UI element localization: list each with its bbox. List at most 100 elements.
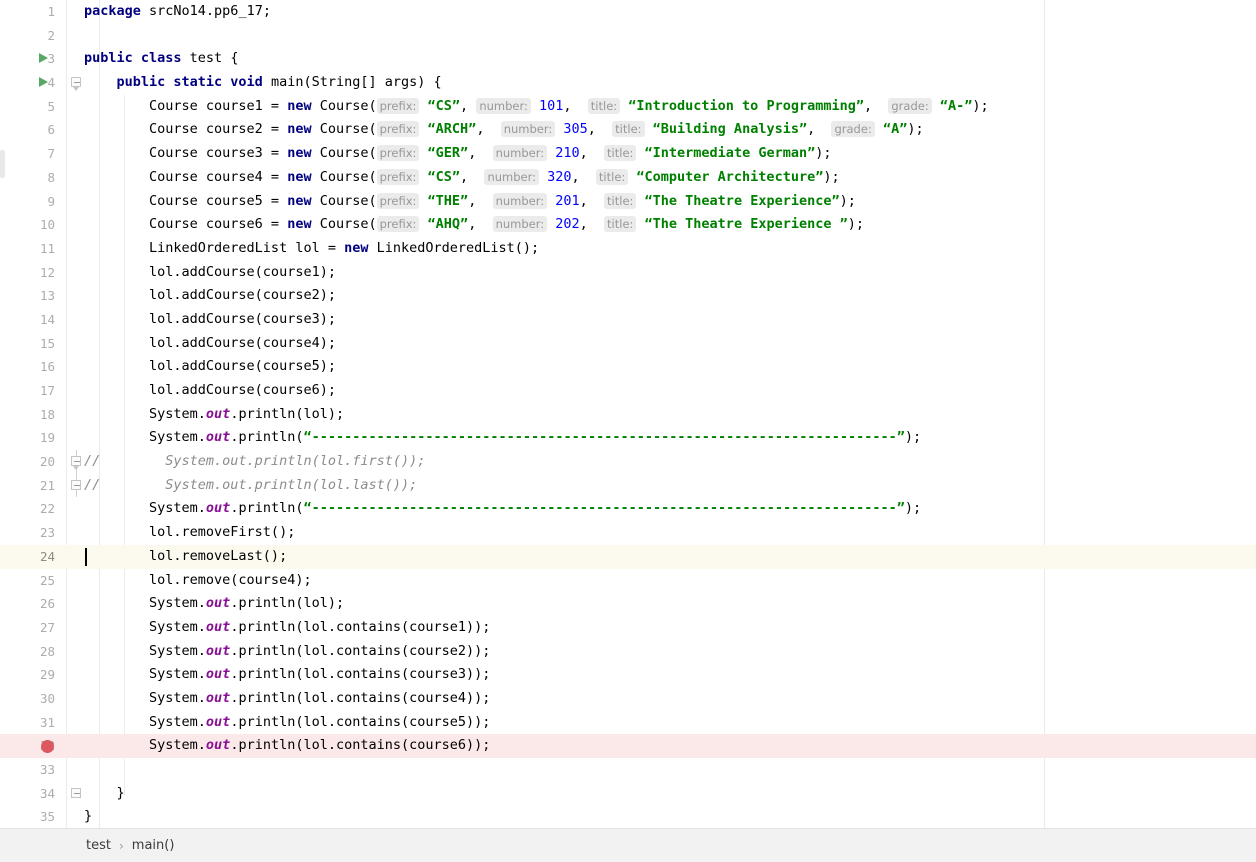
code-text[interactable]: lol.addCourse(course5); xyxy=(84,355,336,379)
code-text[interactable]: public class test { xyxy=(84,47,238,71)
line-number[interactable]: 9 xyxy=(0,190,67,214)
code-text[interactable]: lol.addCourse(course6); xyxy=(84,379,336,403)
code-line[interactable]: 30 System.out.println(lol.contains(cours… xyxy=(0,687,1256,711)
code-line[interactable]: 35} xyxy=(0,805,1256,828)
line-number[interactable]: 32 xyxy=(0,734,67,758)
code-line[interactable]: 4 public static void main(String[] args)… xyxy=(0,71,1256,95)
code-line[interactable]: 11 LinkedOrderedList lol = new LinkedOrd… xyxy=(0,237,1256,261)
code-text[interactable]: System.out.println(“--------------------… xyxy=(84,426,921,450)
code-text[interactable]: System.out.println(lol.contains(course6)… xyxy=(84,734,490,758)
code-line[interactable]: 1 package srcNo14.pp6_17; xyxy=(0,0,1256,24)
run-gutter-icon[interactable] xyxy=(39,77,48,88)
line-number[interactable]: 11 xyxy=(0,237,67,261)
code-text[interactable]: System.out.println(lol.contains(course4)… xyxy=(84,687,490,711)
code-line[interactable]: 34 } xyxy=(0,782,1256,806)
code-text[interactable]: Course course1 = new Course(prefix: “CS”… xyxy=(84,95,989,119)
line-number[interactable]: 15 xyxy=(0,332,67,356)
code-line[interactable]: 13 lol.addCourse(course2); xyxy=(0,284,1256,308)
code-text[interactable]: lol.remove(course4); xyxy=(84,569,312,593)
code-line[interactable]: 24 lol.removeLast(); xyxy=(0,544,1256,569)
line-number[interactable]: 24 xyxy=(0,545,67,569)
code-text[interactable]: lol.removeFirst(); xyxy=(84,521,295,545)
line-number[interactable]: 5 xyxy=(0,95,67,119)
breadcrumb[interactable]: test › main() xyxy=(0,828,1256,862)
code-line[interactable]: 10 Course course6 = new Course(prefix: “… xyxy=(0,213,1256,237)
line-number[interactable]: 21 xyxy=(0,474,67,498)
code-line[interactable]: 5 Course course1 = new Course(prefix: “C… xyxy=(0,95,1256,119)
line-number[interactable]: 18 xyxy=(0,403,67,427)
code-text[interactable]: System.out.println(“--------------------… xyxy=(84,497,921,521)
line-number[interactable]: 25 xyxy=(0,569,67,593)
line-number[interactable]: 7 xyxy=(0,142,67,166)
code-text[interactable]: System.out.println(lol); xyxy=(84,403,344,427)
line-number[interactable]: 33 xyxy=(0,758,67,782)
code-line[interactable]: 9 Course course5 = new Course(prefix: “T… xyxy=(0,190,1256,214)
line-number[interactable]: 30 xyxy=(0,687,67,711)
code-line[interactable]: 27 System.out.println(lol.contains(cours… xyxy=(0,616,1256,640)
code-line[interactable]: 6 Course course2 = new Course(prefix: “A… xyxy=(0,118,1256,142)
line-number[interactable]: 20 xyxy=(0,450,67,474)
code-line[interactable]: 14 lol.addCourse(course3); xyxy=(0,308,1256,332)
line-number[interactable]: 31 xyxy=(0,711,67,735)
code-line[interactable]: 29 System.out.println(lol.contains(cours… xyxy=(0,663,1256,687)
fold-region-end-icon[interactable] xyxy=(71,787,82,799)
line-number[interactable]: 16 xyxy=(0,355,67,379)
breakpoint-icon[interactable] xyxy=(41,739,54,753)
breadcrumb-item-class[interactable]: test xyxy=(86,838,111,853)
code-text[interactable]: // System.out.println(lol.last()); xyxy=(84,474,417,498)
code-text[interactable]: lol.addCourse(course1); xyxy=(84,261,336,285)
code-line[interactable]: 19 System.out.println(“-----------------… xyxy=(0,426,1256,450)
code-text[interactable]: System.out.println(lol.contains(course5)… xyxy=(84,711,490,735)
fold-region-end-icon[interactable] xyxy=(71,479,82,491)
code-text[interactable]: } xyxy=(84,782,125,806)
code-line[interactable]: 21 // System.out.println(lol.last()); xyxy=(0,473,1256,498)
fold-collapse-icon[interactable] xyxy=(71,456,82,470)
line-number[interactable]: 26 xyxy=(0,592,67,616)
code-line[interactable]: 23 lol.removeFirst(); xyxy=(0,521,1256,545)
line-number[interactable]: 29 xyxy=(0,663,67,687)
code-text[interactable]: System.out.println(lol); xyxy=(84,592,344,616)
code-text[interactable]: lol.addCourse(course4); xyxy=(84,332,336,356)
line-number[interactable]: 17 xyxy=(0,379,67,403)
line-number[interactable]: 13 xyxy=(0,284,67,308)
code-line[interactable]: 7 Course course3 = new Course(prefix: “G… xyxy=(0,142,1256,166)
line-number[interactable]: 28 xyxy=(0,640,67,664)
code-line[interactable]: 8 Course course4 = new Course(prefix: “C… xyxy=(0,166,1256,190)
line-number[interactable]: 8 xyxy=(0,166,67,190)
code-line[interactable]: 12 lol.addCourse(course1); xyxy=(0,261,1256,285)
code-line[interactable]: 26 System.out.println(lol); xyxy=(0,592,1256,616)
code-text[interactable]: lol.addCourse(course2); xyxy=(84,284,336,308)
code-text[interactable]: lol.removeLast(); xyxy=(84,545,287,569)
line-number[interactable]: 22 xyxy=(0,497,67,521)
code-line[interactable]: 18 System.out.println(lol); xyxy=(0,403,1256,427)
line-number[interactable]: 35 xyxy=(0,805,67,828)
line-number[interactable]: 14 xyxy=(0,308,67,332)
line-number[interactable]: 34 xyxy=(0,782,67,806)
code-scroll-area[interactable]: 1 package srcNo14.pp6_17; 2 3 public class t… xyxy=(0,0,1256,828)
code-text[interactable]: System.out.println(lol.contains(course3)… xyxy=(84,663,490,687)
code-text[interactable]: System.out.println(lol.contains(course2)… xyxy=(84,640,490,664)
code-text[interactable]: lol.addCourse(course3); xyxy=(84,308,336,332)
code-line[interactable]: 2 xyxy=(0,24,1256,48)
code-line[interactable]: 20 // System.out.println(lol.first()); xyxy=(0,450,1256,474)
code-text[interactable]: System.out.println(lol.contains(course1)… xyxy=(84,616,490,640)
code-text[interactable]: package srcNo14.pp6_17; xyxy=(84,0,271,24)
breadcrumb-item-method[interactable]: main() xyxy=(132,838,175,853)
code-line[interactable]: 31 System.out.println(lol.contains(cours… xyxy=(0,711,1256,735)
code-text[interactable]: Course course5 = new Course(prefix: “THE… xyxy=(84,190,856,214)
code-text[interactable]: Course course6 = new Course(prefix: “AHQ… xyxy=(84,213,864,237)
fold-expand-icon[interactable] xyxy=(71,77,82,91)
line-number[interactable]: 4 xyxy=(0,71,67,95)
code-line[interactable]: 22 System.out.println(“-----------------… xyxy=(0,497,1256,521)
code-text[interactable]: // System.out.println(lol.first()); xyxy=(84,450,425,474)
code-text[interactable]: Course course4 = new Course(prefix: “CS”… xyxy=(84,166,840,190)
line-number[interactable]: 2 xyxy=(0,24,67,48)
run-gutter-icon[interactable] xyxy=(39,53,48,64)
code-line[interactable]: 32 System.out.println(lol.contains(cours… xyxy=(0,734,1256,758)
code-line[interactable]: 25 lol.remove(course4); xyxy=(0,569,1256,593)
code-line[interactable]: 15 lol.addCourse(course4); xyxy=(0,332,1256,356)
line-number[interactable]: 3 xyxy=(0,47,67,71)
code-line[interactable]: 17 lol.addCourse(course6); xyxy=(0,379,1256,403)
line-number[interactable]: 23 xyxy=(0,521,67,545)
line-number[interactable]: 12 xyxy=(0,261,67,285)
